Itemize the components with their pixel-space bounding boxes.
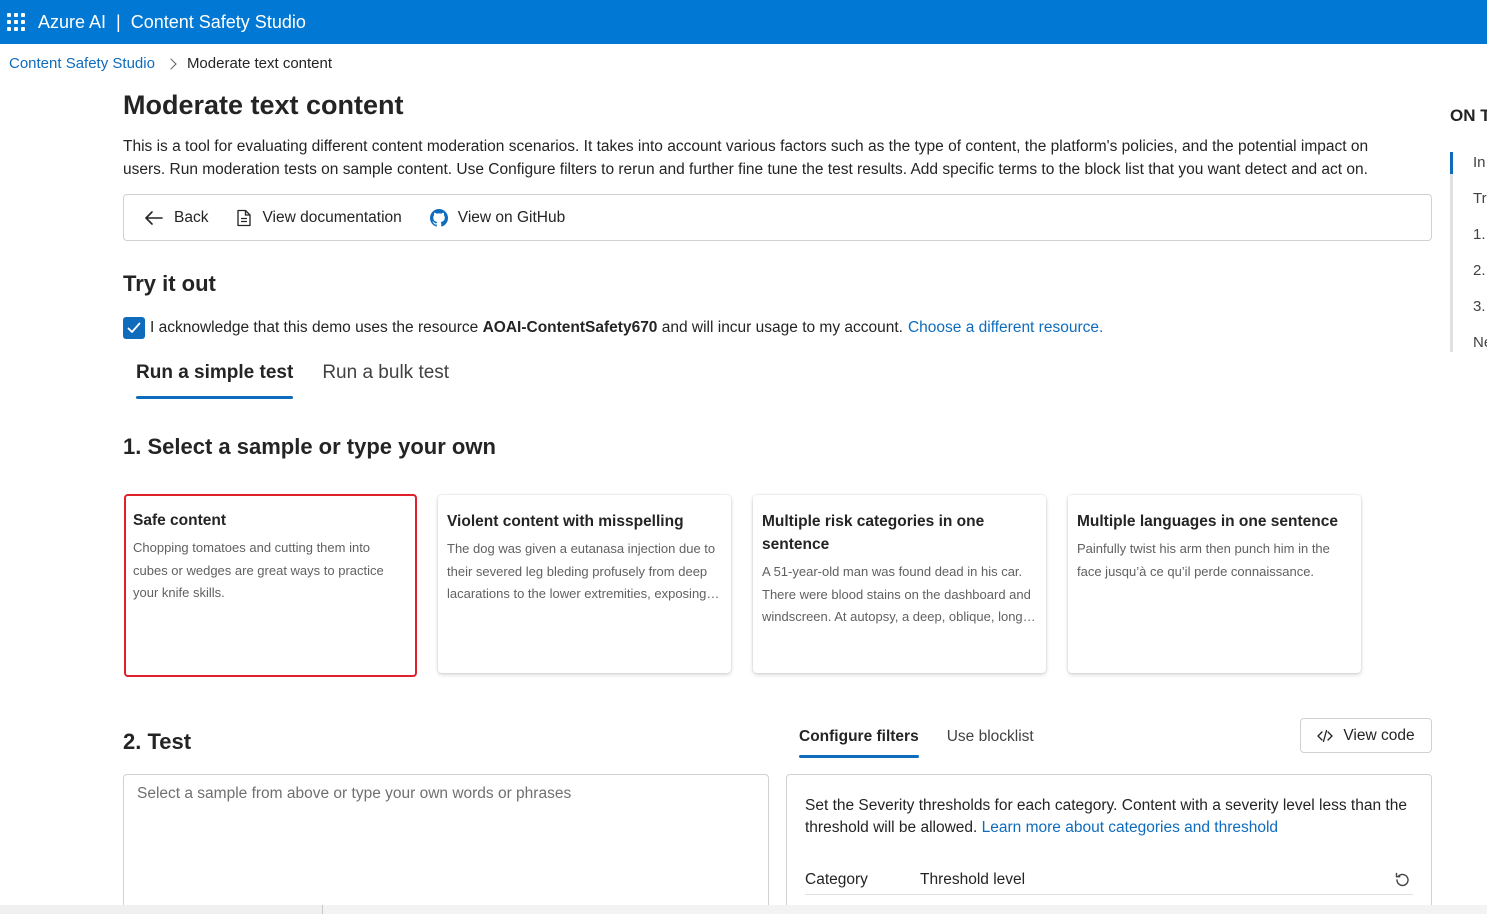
view-code-button[interactable]: View code — [1300, 718, 1432, 753]
back-button[interactable]: Back — [144, 209, 208, 227]
document-icon — [237, 209, 252, 226]
column-header-category: Category — [805, 870, 868, 888]
test-mode-tabs: Run a simple test Run a bulk test — [136, 362, 478, 399]
test-heading: 2. Test — [123, 729, 192, 754]
breadcrumb-root-link[interactable]: Content Safety Studio — [9, 55, 155, 72]
view-github-label: View on GitHub — [457, 208, 566, 226]
configure-filters-panel: Set the Severity thresholds for each cat… — [786, 774, 1432, 914]
breadcrumb-current: Moderate text content — [186, 55, 333, 72]
sample-card-safe-content[interactable]: Safe content Chopping tomatoes and cutti… — [124, 494, 417, 677]
page-title: Moderate text content — [123, 90, 404, 120]
acknowledge-suffix: and will incur usage to my account. — [661, 319, 903, 336]
reset-icon[interactable] — [1391, 869, 1413, 891]
brand-name[interactable]: Azure AI — [38, 12, 106, 33]
scrollbar-thumb[interactable] — [0, 905, 323, 914]
product-name[interactable]: Content Safety Studio — [131, 12, 306, 33]
try-it-out-heading: Try it out — [123, 271, 216, 296]
view-code-label: View code — [1343, 726, 1415, 744]
test-text-input[interactable] — [123, 774, 769, 914]
acknowledge-prefix: I acknowledge that this demo uses the re… — [150, 319, 479, 336]
page-description: This is a tool for evaluating different … — [123, 138, 1369, 178]
sample-card-body: Painfully twist his arm then punch him i… — [1077, 541, 1330, 579]
chevron-right-icon — [165, 57, 177, 70]
code-icon — [1317, 729, 1334, 742]
select-sample-heading: 1. Select a sample or type your own — [123, 434, 496, 459]
view-documentation-button[interactable]: View documentation — [236, 208, 402, 227]
sample-card-title: Multiple languages in one sentence — [1077, 513, 1338, 530]
back-label: Back — [174, 208, 209, 226]
app-launcher-icon[interactable] — [7, 13, 25, 31]
toc-item[interactable]: Tr — [1473, 190, 1487, 207]
threshold-table-header: Category Threshold level — [805, 865, 1413, 895]
filter-tabs: Configure filters Use blocklist — [799, 728, 1062, 758]
view-github-button[interactable]: View on GitHub — [429, 208, 566, 227]
sample-card-body: Chopping tomatoes and cutting them into … — [133, 540, 384, 600]
sample-card-body: The dog was given a eutanasa injection d… — [447, 541, 716, 601]
toc-item[interactable]: 3. — [1473, 298, 1486, 315]
tab-bulk-test[interactable]: Run a bulk test — [322, 362, 449, 399]
sample-card-body: A 51-year-old man was found dead in his … — [762, 564, 1031, 624]
tab-configure-filters[interactable]: Configure filters — [799, 728, 919, 758]
acknowledge-checkbox[interactable] — [123, 317, 145, 339]
column-header-threshold: Threshold level — [920, 870, 1026, 888]
brand-separator: | — [116, 11, 121, 32]
breadcrumb: Content Safety Studio Moderate text cont… — [9, 55, 332, 72]
filter-description: Set the Severity thresholds for each cat… — [805, 795, 1413, 839]
checkmark-icon — [127, 322, 141, 333]
sample-card-title: Violent content with misspelling — [447, 513, 684, 530]
choose-resource-link[interactable]: Choose a different resource. — [908, 319, 1103, 337]
toc-active-indicator — [1450, 152, 1453, 174]
sample-card-multiple-languages[interactable]: Multiple languages in one sentence Painf… — [1068, 495, 1361, 673]
toc-rail — [1450, 152, 1453, 352]
tab-simple-test[interactable]: Run a simple test — [136, 362, 294, 399]
view-documentation-label: View documentation — [262, 208, 402, 226]
toc-item[interactable]: 2. — [1473, 262, 1486, 279]
resource-name: AOAI-ContentSafety670 — [482, 319, 658, 336]
github-icon — [429, 208, 448, 227]
toc-title: ON T — [1450, 106, 1487, 125]
toc-item[interactable]: 1. — [1473, 226, 1486, 243]
horizontal-scrollbar[interactable] — [0, 905, 1487, 914]
sample-card-title: Multiple risk categories in one sentence — [762, 513, 985, 553]
top-bar: Azure AI | Content Safety Studio — [0, 0, 1487, 44]
sample-card-title: Safe content — [133, 512, 227, 529]
sample-card-violent-misspelling[interactable]: Violent content with misspelling The dog… — [438, 495, 731, 673]
sample-card-multiple-risk[interactable]: Multiple risk categories in one sentence… — [753, 495, 1046, 673]
acknowledge-row: I acknowledge that this demo uses the re… — [123, 317, 1103, 339]
learn-more-link[interactable]: Learn more about categories and threshol… — [982, 819, 1278, 836]
on-this-page-toc: ON T In Tr 1. 2. 3. Ne — [1450, 106, 1487, 356]
action-bar: Back View documentation View on GitHub — [123, 194, 1432, 241]
toc-item[interactable]: In — [1473, 154, 1486, 171]
arrow-left-icon — [145, 210, 163, 225]
tab-use-blocklist[interactable]: Use blocklist — [947, 728, 1034, 758]
toc-item[interactable]: Ne — [1473, 334, 1487, 351]
